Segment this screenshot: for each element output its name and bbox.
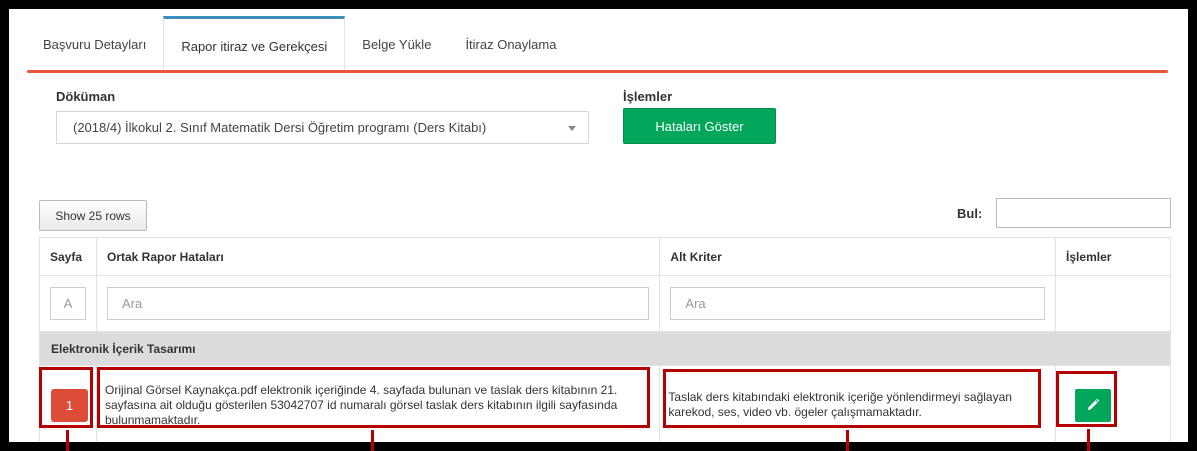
search-label: Bul: bbox=[957, 206, 983, 221]
criteria-text: Taslak ders kitabındaki elektronik içeri… bbox=[668, 390, 1012, 419]
errors-filter-input[interactable]: Ara bbox=[107, 287, 650, 320]
filter-row: A Ara Ara bbox=[39, 275, 1171, 332]
error-text: Orijinal Görsel Kaynakça.pdf elektronik … bbox=[105, 382, 618, 427]
pencil-icon bbox=[1088, 398, 1100, 410]
group-row: Elektronik İçerik Tasarımı bbox=[39, 331, 1171, 366]
column-header-sayfa[interactable]: Sayfa bbox=[39, 237, 97, 276]
tab-belge-yukle[interactable]: Belge Yükle bbox=[345, 16, 448, 73]
actions-label: İşlemler bbox=[623, 89, 673, 104]
criteria-filter-input[interactable]: Ara bbox=[670, 287, 1046, 320]
tab-itiraz-onaylama[interactable]: İtiraz Onaylama bbox=[448, 16, 573, 73]
document-select[interactable]: (2018/4) İlkokul 2. Sınıf Matematik Ders… bbox=[56, 111, 589, 144]
errors-table: Sayfa Ortak Rapor Hataları Alt Kriter İş… bbox=[39, 237, 1171, 442]
search-input[interactable] bbox=[996, 198, 1171, 228]
tab-divider bbox=[27, 70, 1168, 73]
caret-down-icon bbox=[568, 126, 576, 131]
annotation-line-action bbox=[1087, 429, 1090, 451]
annotation-line-criteria bbox=[846, 430, 849, 451]
tab-bar: Başvuru Detayları Rapor itiraz ve Gerekç… bbox=[9, 9, 1188, 73]
tab-basvuru-detaylari[interactable]: Başvuru Detayları bbox=[26, 16, 163, 73]
group-label: Elektronik İçerik Tasarımı bbox=[39, 331, 1171, 366]
document-label: Döküman bbox=[56, 89, 116, 104]
column-header-actions: İşlemler bbox=[1055, 237, 1171, 276]
annotation-line-error bbox=[371, 430, 374, 451]
edit-button[interactable] bbox=[1075, 388, 1112, 422]
table-header-row: Sayfa Ortak Rapor Hataları Alt Kriter İş… bbox=[39, 237, 1171, 276]
page-filter-input[interactable]: A bbox=[50, 287, 86, 320]
annotation-line-page bbox=[66, 430, 69, 451]
actions-filter-cell bbox=[1055, 275, 1171, 332]
show-errors-button[interactable]: Hataları Göster bbox=[623, 108, 776, 144]
page-badge[interactable]: 1 bbox=[51, 388, 88, 422]
column-header-errors[interactable]: Ortak Rapor Hataları bbox=[95, 237, 661, 276]
app-frame: Başvuru Detayları Rapor itiraz ve Gerekç… bbox=[9, 9, 1188, 442]
tab-rapor-itiraz[interactable]: Rapor itiraz ve Gerekçesi bbox=[163, 16, 346, 73]
document-select-value: (2018/4) İlkokul 2. Sınıf Matematik Ders… bbox=[73, 120, 487, 135]
table-row: 1 Orijinal Görsel Kaynakça.pdf elektroni… bbox=[39, 365, 1171, 442]
show-rows-button[interactable]: Show 25 rows bbox=[39, 200, 147, 231]
column-header-criteria[interactable]: Alt Kriter bbox=[659, 237, 1057, 276]
